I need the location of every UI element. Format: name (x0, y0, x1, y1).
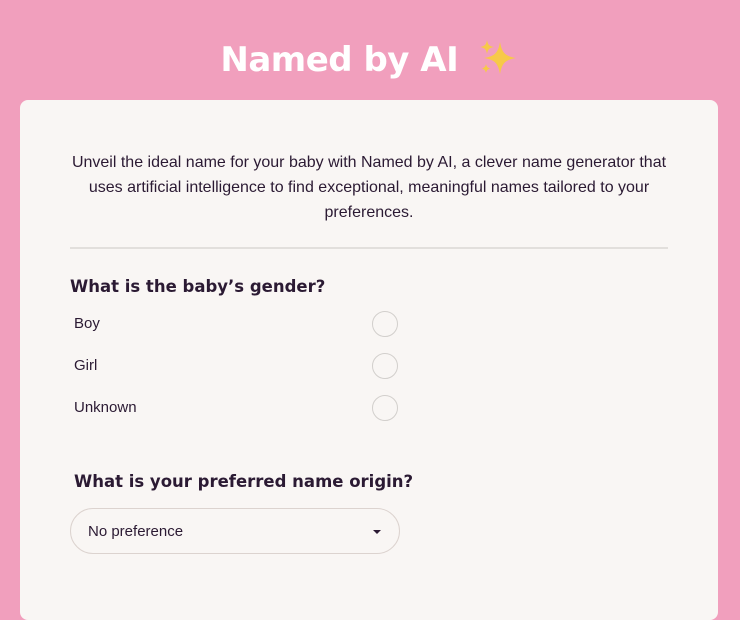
radio-button-unknown[interactable] (372, 395, 398, 421)
radio-button-boy[interactable] (372, 311, 398, 337)
origin-select-value: No preference (88, 523, 184, 540)
origin-question: What is your preferred name origin? (74, 472, 414, 491)
gender-option-unknown[interactable]: Unknown (74, 395, 400, 421)
gender-option-boy[interactable]: Boy (74, 311, 400, 337)
app-title: Named by AI (0, 36, 740, 84)
app-title-text: Named by AI (220, 40, 459, 80)
sparkles-icon (479, 39, 516, 74)
caret-down-icon (373, 530, 381, 534)
intro-text: Unveil the ideal name for your baby with… (71, 154, 667, 221)
divider (70, 247, 668, 249)
radio-button-girl[interactable] (372, 353, 398, 379)
gender-option-girl[interactable]: Girl (74, 353, 400, 379)
gender-question: What is the baby’s gender? (70, 277, 326, 296)
form-card: Unveil the ideal name for your baby with… (20, 100, 718, 620)
origin-select[interactable]: No preference (70, 508, 400, 554)
radio-label: Girl (74, 357, 98, 374)
radio-label: Unknown (74, 399, 137, 416)
radio-label: Boy (74, 315, 100, 332)
